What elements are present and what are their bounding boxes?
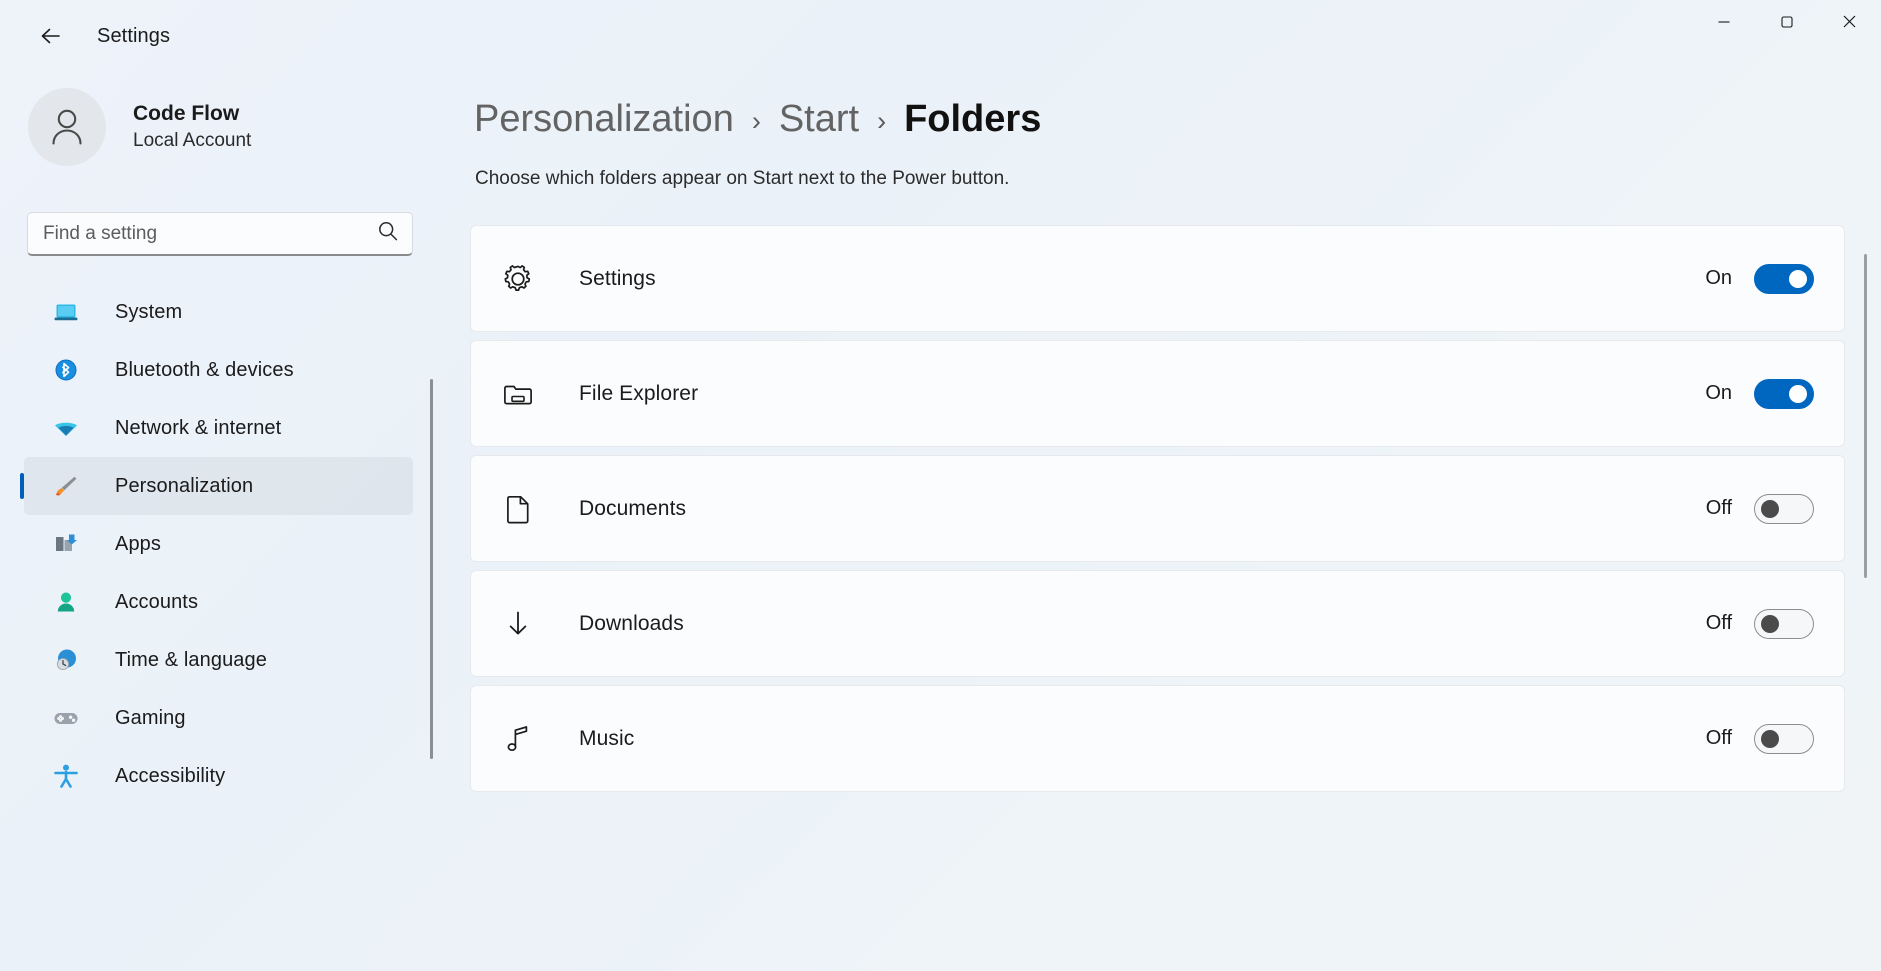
- folder-toggle-downloads[interactable]: [1754, 608, 1814, 639]
- sidebar-item-system[interactable]: System: [24, 283, 413, 341]
- folder-toggle-documents[interactable]: [1754, 493, 1814, 524]
- sidebar-item-label: Gaming: [115, 706, 186, 729]
- sidebar-item-apps[interactable]: Apps: [24, 515, 413, 573]
- sidebar-item-label: Accessibility: [115, 764, 226, 787]
- sidebar-item-label: Network & internet: [115, 416, 282, 439]
- sidebar-item-label: Apps: [115, 532, 161, 555]
- wifi-icon: [52, 414, 80, 442]
- account-type: Local Account: [133, 129, 252, 151]
- folder-toggle-file-explorer[interactable]: [1754, 378, 1814, 409]
- folder-icon: [501, 377, 535, 411]
- sidebar-nav: System Bluetooth & devices Network & int…: [24, 283, 470, 805]
- search-icon[interactable]: [376, 219, 400, 248]
- bluetooth-icon: [52, 356, 80, 384]
- folder-toggle-settings[interactable]: [1754, 263, 1814, 294]
- toggle-knob: [1761, 729, 1779, 748]
- breadcrumb-item-personalization[interactable]: Personalization: [474, 98, 734, 141]
- sidebar-item-label: Accounts: [115, 590, 199, 613]
- sidebar-item-personalization[interactable]: Personalization: [24, 457, 413, 515]
- account-text: Code Flow Local Account: [133, 101, 251, 154]
- sidebar-item-label: System: [115, 300, 183, 323]
- folder-label: Settings: [579, 266, 656, 290]
- person-icon: [44, 102, 90, 153]
- sidebar-item-network-internet[interactable]: Network & internet: [24, 399, 413, 457]
- apps-icon: [52, 530, 80, 558]
- breadcrumb-item-folders: Folders: [904, 97, 1042, 140]
- account-name: Code Flow: [133, 101, 240, 125]
- toggle-state-label: Off: [1705, 612, 1732, 634]
- document-icon: [501, 492, 535, 526]
- folder-row-downloads[interactable]: Downloads Off: [470, 570, 1845, 677]
- minimize-icon: [1718, 15, 1730, 33]
- folder-toggle-list: Settings On File Explorer On Documents O…: [470, 225, 1881, 792]
- minimize-button[interactable]: [1692, 0, 1755, 48]
- back-button[interactable]: [24, 16, 72, 56]
- close-icon: [1843, 15, 1856, 33]
- folder-row-file-explorer[interactable]: File Explorer On: [470, 340, 1845, 447]
- page-description: Choose which folders appear on Start nex…: [475, 168, 1010, 189]
- folder-label: Downloads: [579, 611, 684, 635]
- app-shell: Code Flow Local Account Find a setting S…: [0, 72, 1881, 971]
- close-button[interactable]: [1818, 0, 1881, 48]
- folder-toggle-music[interactable]: [1754, 723, 1814, 754]
- chevron-right-icon: ›: [751, 106, 761, 136]
- breadcrumb-item-start[interactable]: Start: [779, 98, 859, 141]
- music-note-icon: [501, 722, 535, 756]
- download-icon: [501, 607, 535, 641]
- folder-row-settings[interactable]: Settings On: [470, 225, 1845, 332]
- folder-label: File Explorer: [579, 381, 699, 405]
- account-icon: [52, 588, 80, 616]
- paintbrush-icon: [52, 472, 80, 500]
- toggle-state-label: Off: [1705, 727, 1732, 749]
- laptop-icon: [52, 298, 80, 326]
- sidebar-item-label: Time & language: [115, 648, 267, 671]
- toggle-knob: [1761, 499, 1779, 518]
- gamepad-icon: [52, 704, 80, 732]
- maximize-icon: [1780, 15, 1793, 33]
- sidebar-item-label: Personalization: [115, 474, 254, 497]
- maximize-button[interactable]: [1755, 0, 1818, 48]
- sidebar-item-accounts[interactable]: Accounts: [24, 573, 413, 631]
- sidebar: Code Flow Local Account Find a setting S…: [0, 72, 470, 971]
- chevron-right-icon: ›: [877, 106, 887, 136]
- folder-label: Music: [579, 726, 635, 750]
- avatar: [28, 88, 106, 166]
- breadcrumb: Personalization › Start › Folders: [470, 89, 1881, 149]
- sidebar-item-gaming[interactable]: Gaming: [24, 689, 413, 747]
- gear-icon: [501, 262, 535, 296]
- folder-label: Documents: [579, 496, 687, 520]
- search-input[interactable]: [43, 222, 376, 245]
- accessibility-icon: [52, 762, 80, 790]
- toggle-state-label: Off: [1705, 497, 1732, 519]
- sidebar-item-label: Bluetooth & devices: [115, 358, 294, 381]
- main-scrollbar-thumb[interactable]: [1864, 254, 1867, 578]
- search-box[interactable]: [27, 212, 413, 256]
- folder-row-music[interactable]: Music Off: [470, 685, 1845, 792]
- folder-row-documents[interactable]: Documents Off: [470, 455, 1845, 562]
- arrow-left-icon: [35, 23, 61, 49]
- account-summary[interactable]: Code Flow Local Account: [24, 72, 470, 182]
- window-controls: [1692, 0, 1881, 48]
- title-bar: Settings: [0, 0, 1881, 72]
- toggle-knob: [1761, 614, 1779, 633]
- sidebar-item-bluetooth-devices[interactable]: Bluetooth & devices: [24, 341, 413, 399]
- toggle-state-label: On: [1705, 267, 1732, 289]
- sidebar-item-time-language[interactable]: Time & language: [24, 631, 413, 689]
- sidebar-item-accessibility[interactable]: Accessibility: [24, 747, 413, 805]
- main-content: Personalization › Start › Folders Choose…: [470, 72, 1881, 971]
- app-title: Settings: [97, 24, 171, 47]
- toggle-knob: [1789, 269, 1807, 288]
- sidebar-scrollbar-thumb[interactable]: [430, 379, 433, 759]
- toggle-knob: [1789, 384, 1807, 403]
- toggle-state-label: On: [1705, 382, 1732, 404]
- clock-globe-icon: [52, 646, 80, 674]
